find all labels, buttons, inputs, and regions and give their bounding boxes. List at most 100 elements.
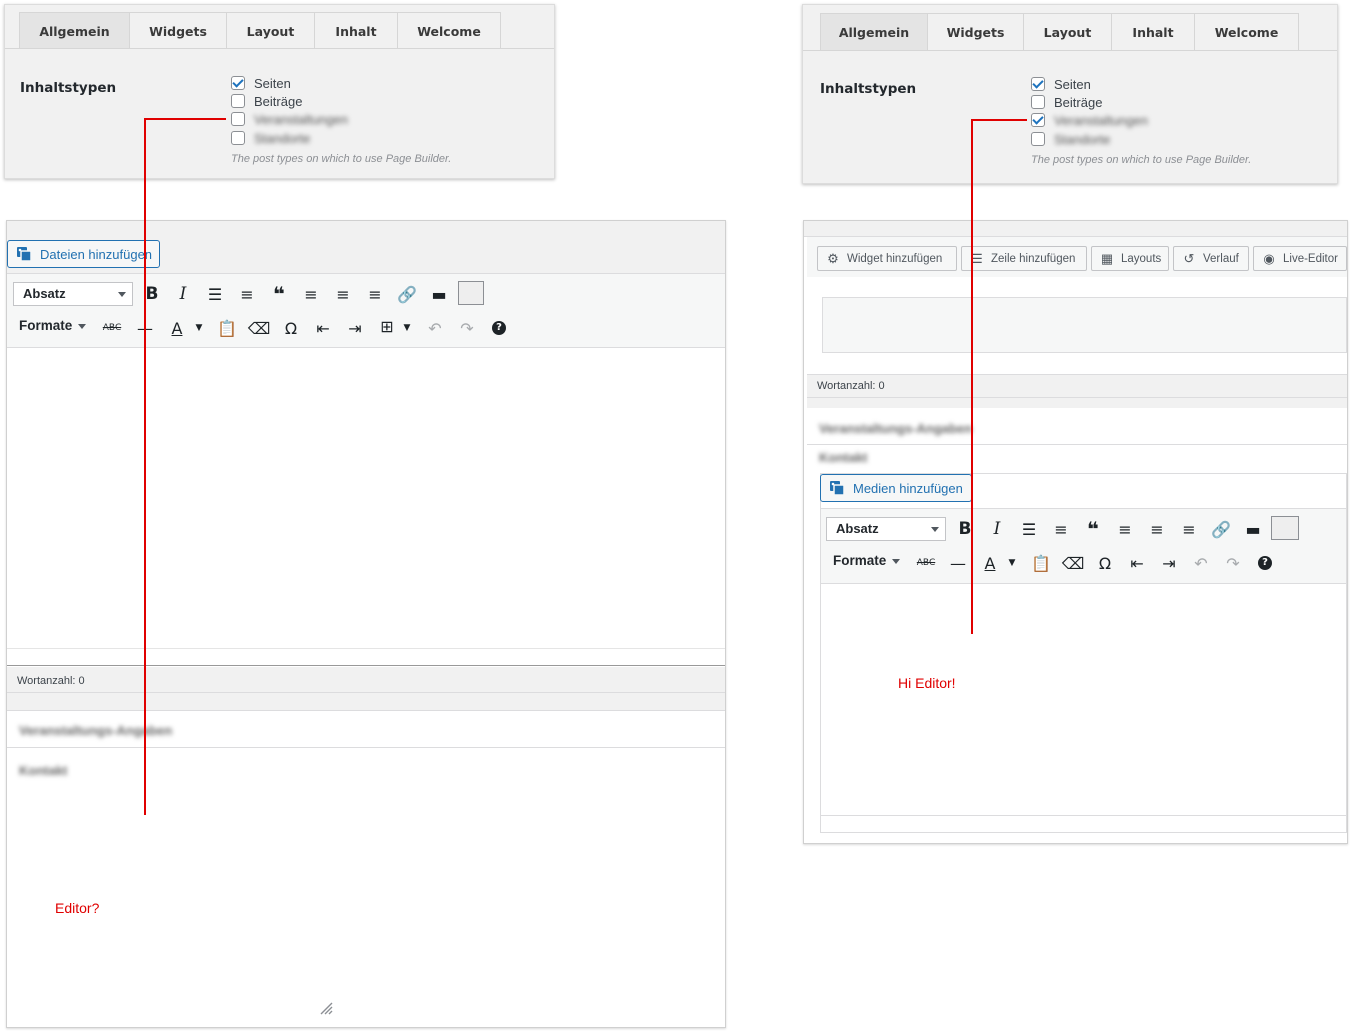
indent-icon[interactable]: ⇥ xyxy=(345,318,365,338)
bullet-list-icon[interactable]: ☰ xyxy=(205,284,225,304)
layouts-button[interactable]: ▦ Layouts xyxy=(1091,246,1169,271)
add-media-button[interactable]: Medien hinzufügen xyxy=(820,474,972,502)
formats-menu[interactable]: Formate xyxy=(19,318,87,333)
align-center-icon[interactable]: ≡ xyxy=(1147,519,1167,539)
text-color-icon[interactable]: A xyxy=(167,318,187,338)
tab-welcome[interactable]: Welcome xyxy=(1194,13,1299,50)
checkbox-seiten[interactable] xyxy=(1031,77,1045,91)
blockquote-icon[interactable]: ❝ xyxy=(1083,517,1103,541)
align-center-icon[interactable]: ≡ xyxy=(333,284,353,304)
align-right-icon[interactable]: ≡ xyxy=(1179,519,1199,539)
horizontal-line-icon[interactable]: — xyxy=(948,553,968,573)
checkbox-veranstaltungen[interactable] xyxy=(1031,113,1045,127)
blockquote-icon[interactable]: ❝ xyxy=(269,282,289,306)
live-editor-button[interactable]: ◉ Live-Editor xyxy=(1253,246,1347,271)
italic-icon[interactable]: I xyxy=(987,519,1007,539)
chevron-down-icon[interactable]: ▼ xyxy=(189,318,209,338)
tab-allgemein[interactable]: Allgemein xyxy=(820,13,928,50)
post-type-beitraege[interactable]: Beiträge xyxy=(1031,93,1102,111)
tab-layout[interactable]: Layout xyxy=(1023,13,1112,50)
tab-welcome[interactable]: Welcome xyxy=(397,12,501,49)
checkbox-label: Beiträge xyxy=(1054,94,1103,110)
pagebuilder-header xyxy=(804,221,1347,237)
link-icon[interactable]: 🔗 xyxy=(397,284,417,304)
section-label: Inhaltstypen xyxy=(20,80,117,96)
clear-formatting-icon[interactable]: ⌫ xyxy=(1062,553,1085,573)
undo-icon[interactable]: ↶ xyxy=(425,318,445,338)
bullet-list-icon[interactable]: ☰ xyxy=(1019,519,1039,539)
left-settings-panel: Allgemein Widgets Layout Inhalt Welcome … xyxy=(4,4,555,179)
strikethrough-icon[interactable]: ABC xyxy=(916,553,936,573)
editor-bottom-border xyxy=(7,648,725,666)
table-icon[interactable]: ⊞ xyxy=(377,316,397,336)
redo-icon[interactable]: ↷ xyxy=(1223,553,1243,573)
checkbox-standorte[interactable] xyxy=(1031,132,1045,146)
tab-widgets[interactable]: Widgets xyxy=(129,12,227,49)
read-more-icon[interactable]: ▬ xyxy=(1243,519,1263,539)
checkbox-standorte[interactable] xyxy=(231,131,245,145)
outdent-icon[interactable]: ⇤ xyxy=(1127,553,1147,573)
media-icon xyxy=(16,246,32,262)
undo-icon[interactable]: ↶ xyxy=(1191,553,1211,573)
annotation-text: Hi Editor! xyxy=(898,675,956,691)
read-more-icon[interactable]: ▬ xyxy=(429,284,449,304)
format-select[interactable]: Absatz xyxy=(13,282,133,306)
checkbox-seiten[interactable] xyxy=(231,76,245,90)
chevron-down-icon[interactable]: ▼ xyxy=(1002,553,1022,573)
align-right-icon[interactable]: ≡ xyxy=(365,284,385,304)
tab-layout[interactable]: Layout xyxy=(226,12,315,49)
format-select[interactable]: Absatz xyxy=(826,517,946,541)
formats-menu[interactable]: Formate xyxy=(833,553,901,568)
tab-inhalt[interactable]: Inhalt xyxy=(1111,13,1195,50)
editor-content-area[interactable] xyxy=(7,348,725,648)
toolbar-toggle-icon[interactable] xyxy=(458,281,484,305)
post-type-beitraege[interactable]: Beiträge xyxy=(231,92,302,110)
chevron-down-icon[interactable]: ▼ xyxy=(397,318,417,338)
checkbox-veranstaltungen[interactable] xyxy=(231,112,245,126)
editor-content-area[interactable] xyxy=(821,584,1346,816)
checkbox-label: Veranstaltungen xyxy=(254,111,348,127)
text-color-icon[interactable]: A xyxy=(980,553,1000,573)
post-types-hint: The post types on which to use Page Buil… xyxy=(231,153,452,165)
post-type-standorte[interactable]: Standorte xyxy=(231,129,310,147)
post-type-seiten[interactable]: Seiten xyxy=(1031,75,1091,93)
tab-allgemein[interactable]: Allgemein xyxy=(19,12,130,49)
toolbar-toggle-icon[interactable] xyxy=(1271,516,1299,540)
paste-text-icon[interactable]: 📋 xyxy=(1031,553,1051,573)
checkbox-beitraege[interactable] xyxy=(1031,95,1045,109)
tab-widgets[interactable]: Widgets xyxy=(927,13,1024,50)
special-char-icon[interactable]: Ω xyxy=(281,318,301,338)
post-type-veranstaltungen[interactable]: Veranstaltungen xyxy=(231,110,348,128)
help-icon[interactable]: ? xyxy=(489,318,509,338)
resize-handle-icon[interactable] xyxy=(319,1001,333,1015)
add-row-button[interactable]: ☰ Zeile hinzufügen xyxy=(961,246,1087,271)
chevron-down-icon xyxy=(931,527,939,532)
paste-text-icon[interactable]: 📋 xyxy=(217,318,237,338)
history-button[interactable]: ↺ Verlauf xyxy=(1173,246,1249,271)
annotation-text: Editor? xyxy=(55,900,100,916)
italic-icon[interactable]: I xyxy=(173,284,193,304)
align-left-icon[interactable]: ≡ xyxy=(1115,519,1135,539)
metabox-title: Veranstaltungs-Angaben xyxy=(19,723,173,738)
link-icon[interactable]: 🔗 xyxy=(1211,519,1231,539)
help-icon[interactable]: ? xyxy=(1255,553,1275,573)
align-left-icon[interactable]: ≡ xyxy=(301,284,321,304)
special-char-icon[interactable]: Ω xyxy=(1095,553,1115,573)
clear-formatting-icon[interactable]: ⌫ xyxy=(248,318,271,338)
metabox-divider xyxy=(807,444,1347,445)
pagebuilder-canvas[interactable] xyxy=(822,297,1347,353)
post-type-seiten[interactable]: Seiten xyxy=(231,74,291,92)
indent-icon[interactable]: ⇥ xyxy=(1159,553,1179,573)
post-type-standorte[interactable]: Standorte xyxy=(1031,130,1110,148)
metabox-gap xyxy=(807,398,1347,408)
redo-icon[interactable]: ↷ xyxy=(457,318,477,338)
numbered-list-icon[interactable]: ≡ xyxy=(237,284,257,304)
post-type-veranstaltungen[interactable]: Veranstaltungen xyxy=(1031,111,1148,129)
checkbox-beitraege[interactable] xyxy=(231,94,245,108)
strikethrough-icon[interactable]: ABC xyxy=(102,318,122,338)
tab-inhalt[interactable]: Inhalt xyxy=(314,12,398,49)
add-media-button[interactable]: Dateien hinzufügen xyxy=(7,240,160,268)
add-widget-button[interactable]: ⚙ Widget hinzufügen xyxy=(817,246,957,271)
outdent-icon[interactable]: ⇤ xyxy=(313,318,333,338)
numbered-list-icon[interactable]: ≡ xyxy=(1051,519,1071,539)
